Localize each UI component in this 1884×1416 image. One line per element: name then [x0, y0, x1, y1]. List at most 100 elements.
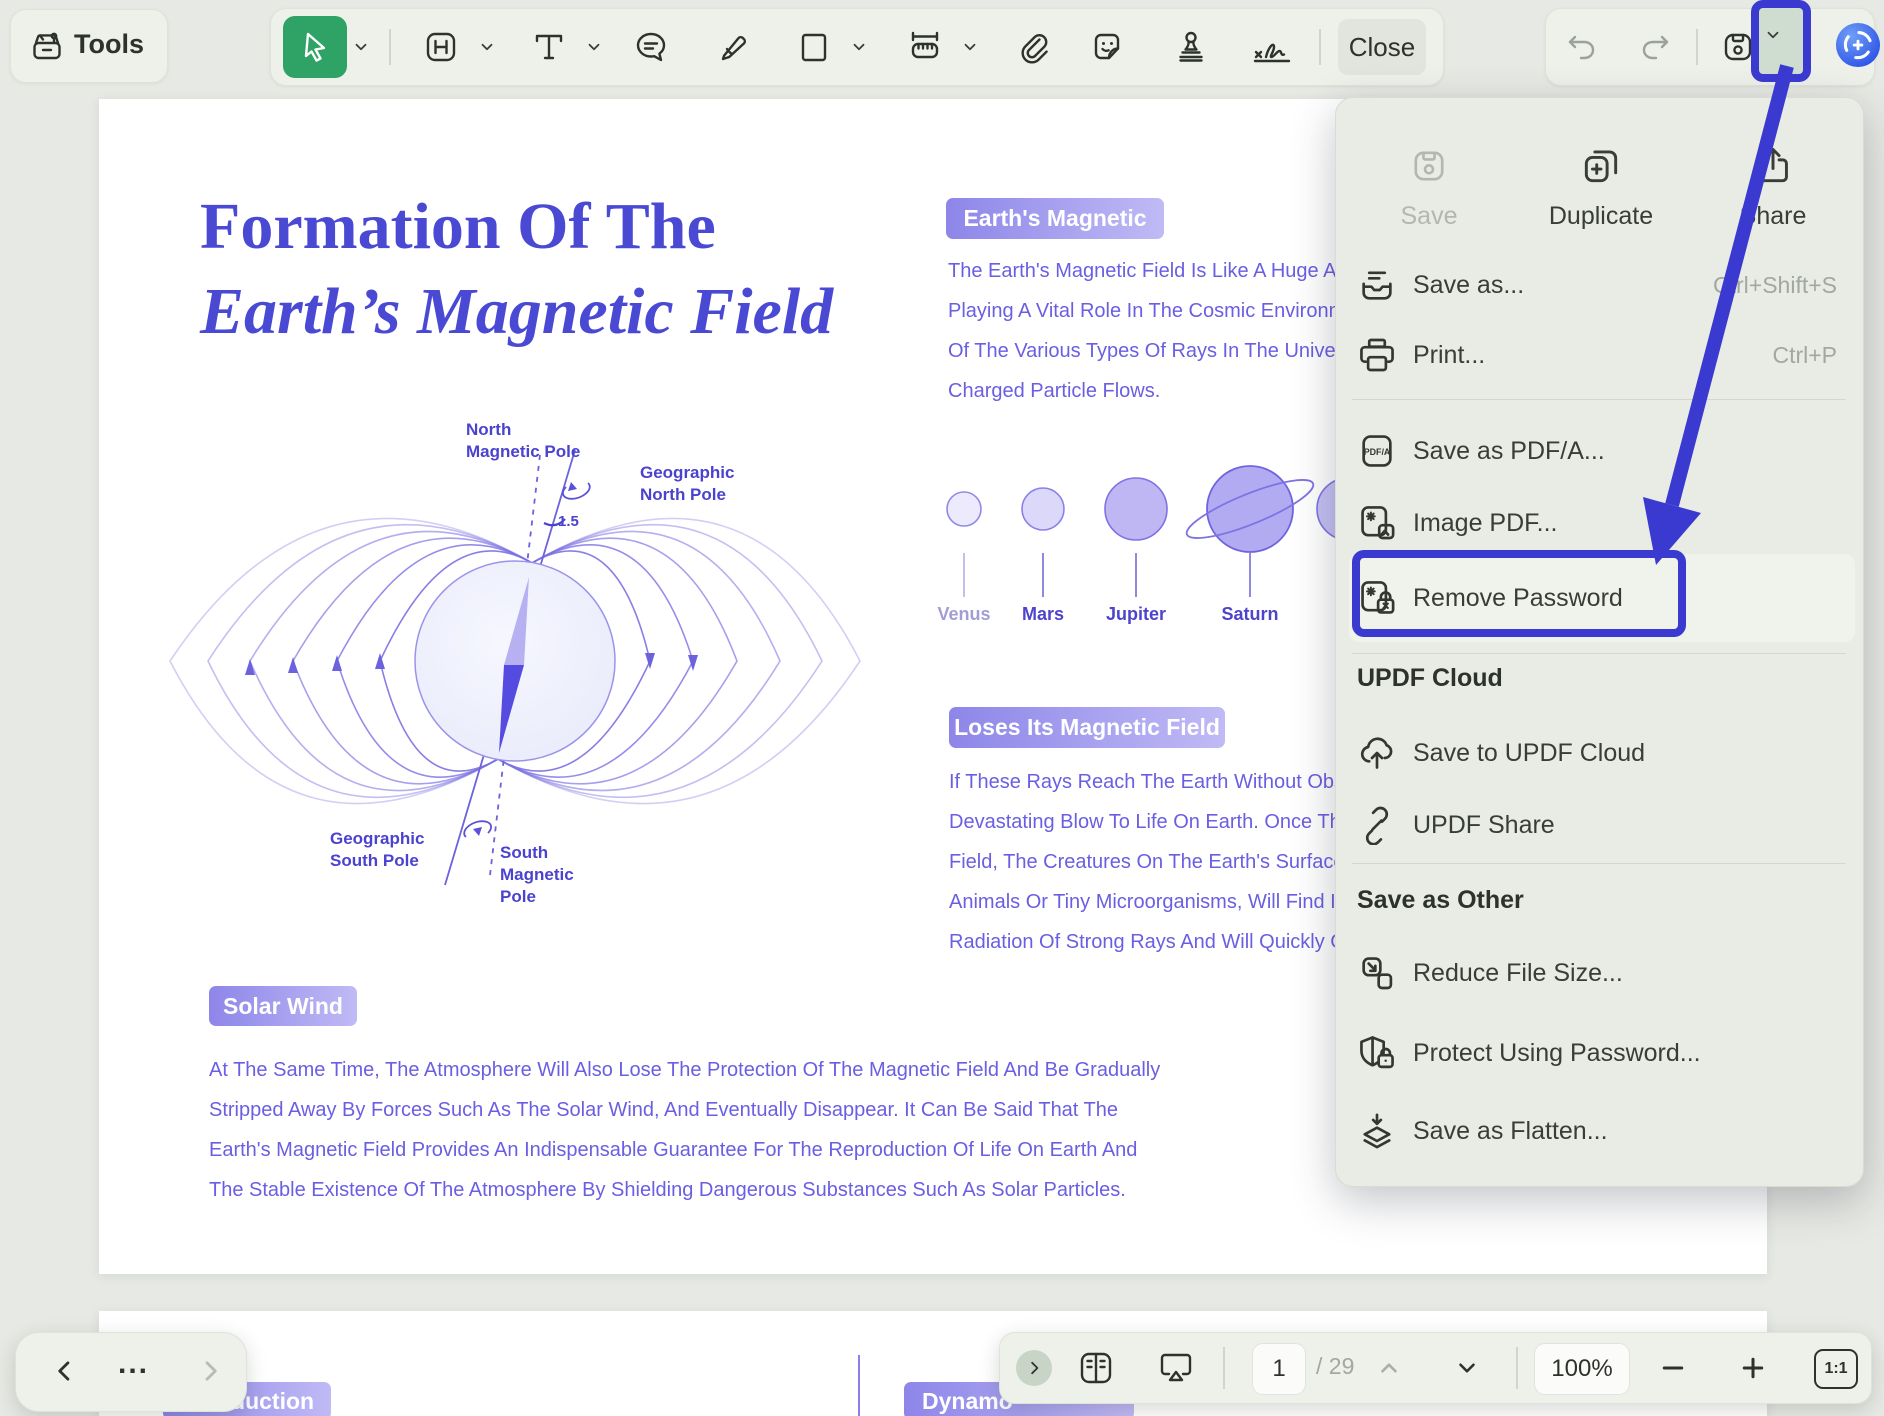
page2-divider-line — [858, 1355, 860, 1416]
updf-ai-button[interactable] — [1835, 32, 1881, 78]
menu-item-updf-share[interactable]: UPDF Share — [1349, 789, 1849, 861]
planet-label-mars: Mars — [998, 604, 1088, 625]
menu-item-save-as-flatten[interactable]: Save as Flatten... — [1349, 1095, 1849, 1167]
shortcut-save-as: Ctrl+Shift+S — [1713, 272, 1837, 299]
page-thumbnails-button[interactable] — [1076, 1348, 1116, 1388]
toolbar-divider — [1516, 1347, 1518, 1389]
back-chevron-button[interactable] — [51, 1357, 79, 1385]
paragraph-solar-wind: At The Same Time, The Atmosphere Will Al… — [209, 1050, 1160, 1210]
menu-quick-duplicate[interactable]: Duplicate — [1526, 144, 1676, 231]
svg-text:PDF/A: PDF/A — [1364, 447, 1391, 457]
zoom-in-button[interactable] — [1738, 1353, 1768, 1383]
menu-divider — [1352, 653, 1846, 654]
page-number-input[interactable]: 1 — [1252, 1343, 1306, 1395]
file-save-menu: Save Duplicate Share Save as... Ctrl+Shi… — [1335, 97, 1864, 1187]
doc-title-line1: Formation Of The — [200, 189, 716, 265]
planet-tick — [1135, 553, 1137, 597]
planet-tick — [1249, 553, 1251, 597]
presentation-mode-button[interactable] — [1156, 1348, 1196, 1388]
menu-item-save-as-pdfa[interactable]: PDF/A Save as PDF/A... — [1349, 415, 1849, 487]
measure-tool-button[interactable] — [905, 27, 945, 67]
tools-label: Tools — [74, 29, 144, 60]
previous-page-button[interactable] — [1376, 1355, 1402, 1381]
close-button[interactable]: Close — [1338, 19, 1426, 75]
main-toolbar: Close — [270, 8, 1444, 86]
menu-item-remove-password[interactable]: Remove Password — [1349, 562, 1849, 634]
label-north-magnetic-pole: North Magnetic Pole — [466, 419, 580, 463]
save-icon-button[interactable] — [1718, 27, 1758, 67]
toolbar-divider — [1319, 29, 1321, 65]
planet-label-saturn: Saturn — [1205, 604, 1295, 625]
label-south-magnetic-pole: South Magnetic Pole — [500, 842, 574, 908]
shield-lock-icon — [1357, 1033, 1397, 1073]
menu-quick-share[interactable]: Share — [1698, 144, 1848, 231]
save-as-icon — [1357, 265, 1397, 305]
paragraph-loses-field: If These Rays Reach The Earth Without Ob… — [949, 762, 1361, 962]
forward-chevron-button[interactable] — [196, 1357, 224, 1385]
image-pdf-icon — [1357, 503, 1397, 543]
cloud-upload-icon — [1357, 733, 1397, 773]
comment-tool-button[interactable] — [631, 27, 671, 67]
badge-solar-wind: Solar Wind — [209, 986, 357, 1026]
label-geographic-south-pole: Geographic South Pole — [330, 828, 424, 872]
text-tool-chevron[interactable] — [585, 38, 603, 56]
menu-item-image-pdf[interactable]: Image PDF... — [1349, 487, 1849, 559]
save-menu-chevron-button[interactable] — [1764, 26, 1782, 44]
remove-password-icon — [1357, 578, 1397, 618]
menu-header-updf-cloud: UPDF Cloud — [1357, 664, 1503, 693]
pencil-tool-button[interactable] — [715, 27, 755, 67]
menu-header-save-as-other: Save as Other — [1357, 886, 1524, 915]
link-icon — [1357, 805, 1397, 845]
stamp-tool-button[interactable] — [1171, 27, 1211, 67]
badge-earths-magnetic: Earth's Magnetic — [946, 198, 1164, 239]
toolbox-icon — [27, 26, 67, 66]
menu-divider — [1352, 863, 1846, 864]
duplicate-icon — [1579, 144, 1623, 188]
heading-tool-chevron[interactable] — [478, 38, 496, 56]
sticker-tool-button[interactable] — [1087, 27, 1127, 67]
toolbar-divider — [1223, 1347, 1225, 1389]
tools-button[interactable]: Tools — [10, 9, 168, 83]
toolbar-divider — [389, 29, 391, 65]
zoom-level-input[interactable]: 100% — [1534, 1343, 1630, 1395]
redo-button[interactable] — [1634, 27, 1674, 67]
toolbar-divider — [1696, 29, 1698, 65]
label-axis-angle: 1.5 — [558, 512, 579, 532]
undo-button[interactable] — [1563, 27, 1603, 67]
menu-item-reduce-file-size[interactable]: Reduce File Size... — [1349, 937, 1849, 1009]
expand-panel-button[interactable] — [1016, 1350, 1052, 1386]
zoom-out-button[interactable] — [1658, 1353, 1688, 1383]
attachment-tool-button[interactable] — [1013, 27, 1053, 67]
share-icon — [1751, 144, 1795, 188]
shortcut-print: Ctrl+P — [1772, 342, 1837, 369]
planet-tick — [1042, 553, 1044, 597]
planet-label-jupiter: Jupiter — [1091, 604, 1181, 625]
more-pages-button[interactable]: ... — [118, 1347, 149, 1381]
signature-tool-button[interactable] — [1248, 27, 1296, 67]
history-nav-pill: ... — [15, 1332, 247, 1412]
menu-item-save-as[interactable]: Save as... Ctrl+Shift+S — [1349, 249, 1849, 321]
right-toolbar — [1545, 8, 1875, 86]
text-tool-button[interactable] — [529, 27, 569, 67]
select-tool-button[interactable] — [283, 16, 347, 78]
shape-tool-chevron[interactable] — [850, 38, 868, 56]
menu-item-save-to-updf-cloud[interactable]: Save to UPDF Cloud — [1349, 717, 1849, 789]
label-geographic-north-pole: Geographic North Pole — [640, 462, 734, 506]
planet-tick — [963, 553, 965, 597]
badge-loses-magnetic-field: Loses Its Magnetic Field — [949, 707, 1225, 748]
measure-tool-chevron[interactable] — [961, 38, 979, 56]
paragraph-earths-magnetic: The Earth's Magnetic Field Is Like A Hug… — [948, 251, 1356, 411]
doc-title-line2: Earth’s Magnetic Field — [200, 274, 833, 350]
shape-tool-button[interactable] — [794, 27, 834, 67]
menu-item-protect-using-password[interactable]: Protect Using Password... — [1349, 1017, 1849, 1089]
print-icon — [1357, 335, 1397, 375]
menu-divider — [1352, 399, 1846, 400]
pdfa-icon: PDF/A — [1357, 431, 1397, 471]
actual-size-button[interactable]: 1:1 — [1814, 1349, 1858, 1389]
select-tool-chevron[interactable] — [352, 38, 370, 56]
heading-tool-button[interactable] — [421, 27, 461, 67]
planet-label-venus: Venus — [919, 604, 1009, 625]
next-page-button[interactable] — [1454, 1355, 1480, 1381]
menu-item-print[interactable]: Print... Ctrl+P — [1349, 319, 1849, 391]
bottom-toolbar: 1 / 29 100% 1:1 — [999, 1332, 1872, 1404]
